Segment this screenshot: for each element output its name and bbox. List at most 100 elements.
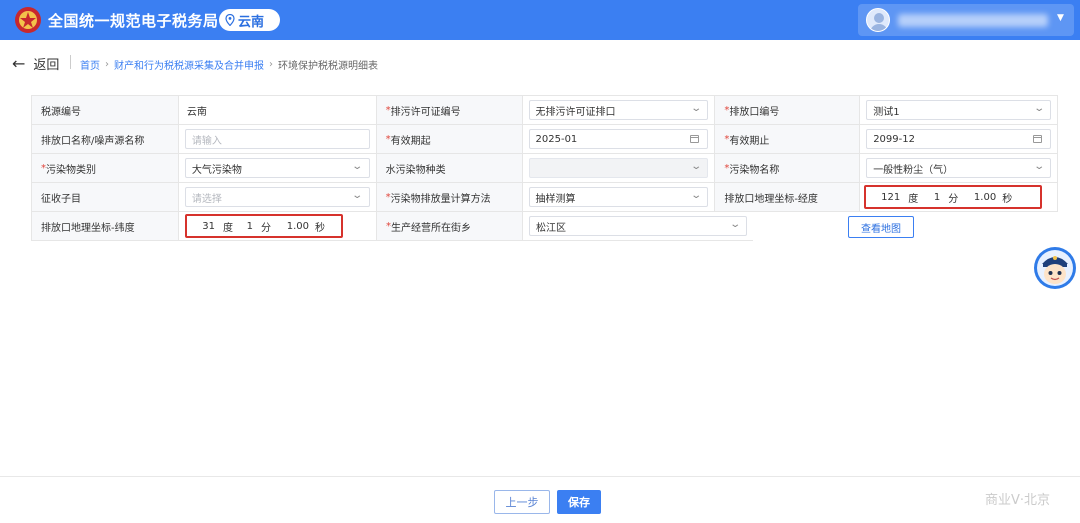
field-label: * 排放口编号 [715, 96, 861, 125]
save-button[interactable]: 保存 [557, 490, 601, 514]
view-map-button[interactable]: 查看地图 [848, 216, 914, 238]
latitude-minutes-input[interactable]: 1 [241, 221, 253, 232]
valid-to-cell: 2099-12 [860, 125, 1058, 154]
chevron-down-icon: ⌄ [690, 190, 703, 201]
pollutant-name-cell: 一般性粉尘（气） ⌄ [860, 154, 1058, 183]
second-unit: 秒 [1002, 193, 1013, 205]
label-text: 污染物类别 [46, 164, 96, 176]
select-value: 大气污染物 [191, 164, 242, 176]
calc-method-select[interactable]: 抽样测算 ⌄ [528, 187, 709, 207]
date-value: 2099-12 [873, 133, 915, 145]
latitude-cell: 31 度 1 分 1.00 秒 [179, 212, 377, 241]
field-label: 征收子目 [32, 183, 179, 212]
label-text: 有效期起 [390, 135, 431, 147]
outlet-name-cell: 请输入 [178, 125, 377, 154]
back-label: 返回 [33, 58, 60, 73]
region-label: 云南 [238, 14, 265, 30]
caret-down-icon: ▼ [1057, 13, 1064, 23]
minute-unit: 分 [948, 193, 959, 205]
pollutant-category-cell: 大气污染物 ⌄ [178, 154, 377, 183]
field-label: 排放口名称/噪声源名称 [32, 125, 179, 154]
select-value: 无排污许可证排口 [535, 106, 616, 118]
field-label: 排放口地理坐标-经度 [715, 183, 861, 212]
label-text: 生产经营所在街乡 [391, 222, 471, 234]
previous-step-button[interactable]: 上一步 [494, 490, 550, 514]
calc-method-cell: 抽样测算 ⌄ [522, 183, 716, 212]
back-button[interactable]: ← 返回 [12, 54, 59, 73]
pollutant-name-select[interactable]: 一般性粉尘（气） ⌄ [866, 158, 1051, 178]
select-value: 一般性粉尘（气） [873, 164, 954, 176]
field-label: * 有效期起 [376, 125, 523, 154]
latitude-seconds-input[interactable]: 1.00 [279, 221, 309, 232]
longitude-input-group: 121 度 1 分 1.00 秒 [864, 185, 1043, 209]
field-label: 税源编号 [32, 96, 179, 125]
levy-subitem-select[interactable]: 请选择 ⌄ [184, 187, 370, 207]
street-town-cell: 松江区 ⌄ [523, 212, 753, 241]
longitude-seconds-input[interactable]: 1.00 [966, 192, 996, 203]
assistant-robot-icon[interactable] [1032, 244, 1078, 292]
latitude-degrees-input[interactable]: 31 [187, 221, 215, 232]
label-text: 排污许可证编号 [390, 106, 461, 118]
field-label: * 污染物排放量计算方法 [376, 183, 523, 212]
latitude-input-group: 31 度 1 分 1.00 秒 [185, 214, 343, 238]
breadcrumb-tax-source[interactable]: 财产和行为税税源采集及合并申报 [114, 57, 264, 72]
breadcrumb-separator: › [105, 59, 109, 70]
field-label: * 有效期止 [715, 125, 861, 154]
valid-from-date-picker[interactable]: 2025-01 [528, 129, 709, 149]
breadcrumb: 首页 › 财产和行为税税源采集及合并申报 › 环境保护税税源明细表 [80, 57, 378, 72]
user-menu[interactable]: ▼ [858, 4, 1074, 36]
longitude-degrees-input[interactable]: 121 [866, 192, 900, 203]
arrow-left-icon: ← [12, 54, 26, 73]
watermark: 商业V·北京 [985, 493, 1051, 508]
select-placeholder: 请选择 [191, 193, 222, 205]
label-text: 有效期止 [729, 135, 770, 147]
select-value: 松江区 [536, 222, 566, 234]
calendar-icon [690, 135, 700, 143]
breadcrumb-separator: › [269, 59, 273, 70]
location-pin-icon [225, 14, 235, 26]
label-text: 排放口编号 [729, 106, 780, 118]
field-label: 水污染物种类 [376, 154, 523, 183]
form-row: * 污染物类别 大气污染物 ⌄ 水污染物种类 ⌄ * 污染物名称 一般性粉尘（气） ⌄ [32, 154, 1058, 183]
chevron-down-icon: ⌄ [690, 161, 703, 172]
select-value: 测试1 [873, 106, 900, 118]
valid-to-date-picker[interactable]: 2099-12 [866, 129, 1051, 149]
permit-number-select[interactable]: 无排污许可证排口 ⌄ [528, 100, 709, 120]
field-label: * 排污许可证编号 [376, 96, 523, 125]
region-selector[interactable]: 云南 [219, 9, 280, 31]
form-row: 排放口名称/噪声源名称 请输入 * 有效期起 2025-01 * 有效期止 2099… [32, 125, 1058, 154]
form-row: 税源编号 云南 * 排污许可证编号 无排污许可证排口 ⌄ * 排放口编号 测试1 ⌄ [32, 96, 1058, 125]
degree-unit: 度 [223, 222, 233, 234]
divider [70, 55, 71, 69]
degree-unit: 度 [908, 193, 919, 205]
tax-emblem-icon [15, 7, 41, 33]
longitude-minutes-input[interactable]: 1 [926, 192, 940, 203]
label-text: 污染物名称 [729, 164, 780, 176]
label-text: 污染物排放量计算方法 [390, 193, 491, 205]
water-pollutant-type-cell: ⌄ [522, 154, 716, 183]
chevron-down-icon: ⌄ [1032, 103, 1045, 114]
select-value: 抽样测算 [535, 193, 576, 205]
chevron-down-icon: ⌄ [728, 219, 741, 230]
field-label: * 污染物类别 [32, 154, 179, 183]
minute-unit: 分 [261, 222, 271, 234]
longitude-cell: 121 度 1 分 1.00 秒 [860, 183, 1058, 212]
pollutant-category-select[interactable]: 大气污染物 ⌄ [184, 158, 370, 178]
levy-subitem-cell: 请选择 ⌄ [178, 183, 377, 212]
street-town-select[interactable]: 松江区 ⌄ [529, 216, 747, 236]
footer-divider [0, 476, 1080, 477]
outlet-number-select[interactable]: 测试1 ⌄ [866, 100, 1051, 120]
outlet-name-input[interactable]: 请输入 [184, 129, 370, 149]
second-unit: 秒 [315, 222, 325, 234]
avatar [866, 8, 890, 32]
top-header-bar: 全国统一规范电子税务局 云南 ▼ [0, 0, 1080, 40]
date-value: 2025-01 [535, 133, 578, 145]
field-label: * 污染物名称 [715, 154, 861, 183]
water-pollutant-type-select: ⌄ [528, 158, 709, 178]
chevron-down-icon: ⌄ [690, 103, 703, 114]
chevron-down-icon: ⌄ [1032, 161, 1045, 172]
site-title: 全国统一规范电子税务局 [48, 12, 219, 30]
outlet-number-cell: 测试1 ⌄ [860, 96, 1058, 125]
breadcrumb-home[interactable]: 首页 [80, 57, 100, 72]
field-label: 排放口地理坐标-纬度 [32, 212, 179, 241]
